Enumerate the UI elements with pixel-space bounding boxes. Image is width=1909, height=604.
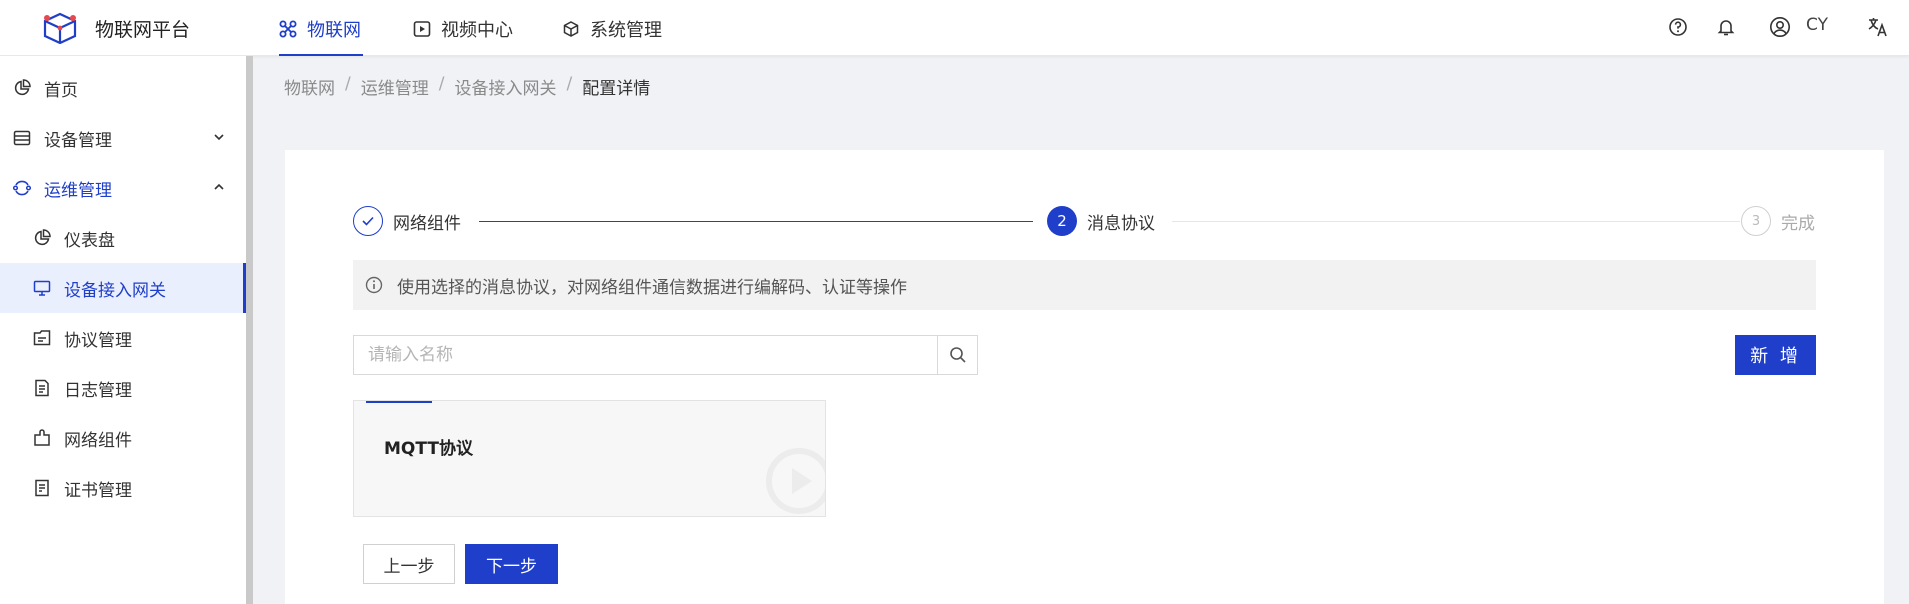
step-message-protocol: 2 消息协议	[1047, 206, 1155, 236]
user-name[interactable]: CY	[1806, 15, 1828, 35]
step-label: 网络组件	[393, 213, 461, 234]
breadcrumb: 物联网 / 运维管理 / 设备接入网关 / 配置详情	[284, 74, 650, 99]
alert-text: 使用选择的消息协议，对网络组件通信数据进行编解码、认证等操作	[397, 277, 907, 298]
sidebar-item-label: 设备管理	[44, 130, 112, 151]
breadcrumb-item[interactable]: 物联网	[284, 74, 335, 99]
search-box	[353, 335, 978, 375]
protocol-name: MQTT协议	[384, 439, 473, 459]
step-finish: 3 完成	[1741, 206, 1815, 236]
step-label: 消息协议	[1087, 213, 1155, 234]
nav-tab-label: 系统管理	[590, 20, 662, 41]
info-icon	[365, 276, 383, 294]
card-accent-bar	[366, 401, 432, 403]
nav-tab-iot[interactable]: 物联网	[279, 14, 361, 44]
sidebar-item-dashboard[interactable]: 仪表盘	[0, 213, 246, 263]
nav-tab-label: 视频中心	[441, 20, 513, 41]
search-button[interactable]	[937, 336, 977, 374]
sidebar-item-label: 设备接入网关	[64, 280, 166, 301]
sidebar-item-log-management[interactable]: 日志管理	[0, 363, 246, 413]
search-input[interactable]	[354, 336, 937, 374]
bell-icon[interactable]	[1714, 15, 1738, 39]
watermark-icon	[766, 448, 825, 514]
document-icon	[32, 378, 52, 398]
user-icon[interactable]	[1768, 15, 1792, 39]
cube-icon	[563, 21, 579, 37]
sidebar-item-label: 协议管理	[64, 330, 132, 351]
breadcrumb-separator: /	[438, 74, 445, 94]
ops-icon	[12, 178, 32, 198]
sidebar-item-label: 日志管理	[64, 380, 132, 401]
sidebar-item-device-gateway[interactable]: 设备接入网关	[0, 263, 246, 313]
sidebar-item-label: 首页	[44, 80, 78, 101]
sidebar-item-protocol-management[interactable]: 协议管理	[0, 313, 246, 363]
help-icon[interactable]	[1666, 15, 1690, 39]
chevron-up-icon	[214, 183, 224, 190]
sidebar: 首页 设备管理 运维管理 仪表盘 设备接入网关 协议管理 日志管理 网络组件 证…	[0, 56, 252, 604]
sidebar-item-label: 仪表盘	[64, 230, 115, 251]
certificate-icon	[32, 478, 52, 498]
add-button[interactable]: 新 增	[1735, 335, 1816, 375]
folder-icon	[32, 328, 52, 348]
server-icon	[12, 128, 32, 148]
breadcrumb-item[interactable]: 设备接入网关	[454, 74, 556, 99]
app-title: 物联网平台	[95, 19, 191, 41]
pie-chart-icon	[32, 228, 52, 248]
next-step-button[interactable]: 下一步	[465, 544, 558, 584]
step-number: 2	[1047, 206, 1077, 236]
sidebar-item-certificate-management[interactable]: 证书管理	[0, 463, 246, 513]
translate-icon[interactable]	[1866, 15, 1890, 39]
protocol-card[interactable]: MQTT协议	[353, 400, 826, 517]
step-connector-done	[479, 221, 1033, 222]
pie-chart-icon	[12, 78, 32, 98]
sidebar-scrollbar[interactable]	[246, 56, 253, 604]
logo-icon[interactable]	[42, 12, 78, 44]
sidebar-item-home[interactable]: 首页	[0, 63, 246, 113]
info-alert: 使用选择的消息协议，对网络组件通信数据进行编解码、认证等操作	[353, 260, 1816, 310]
breadcrumb-separator: /	[345, 74, 351, 94]
sidebar-item-label: 运维管理	[44, 180, 112, 201]
prev-step-button[interactable]: 上一步	[363, 544, 455, 584]
top-bar: 物联网平台 物联网 视频中心 系统管理 CY	[0, 0, 1909, 56]
breadcrumb-current: 配置详情	[582, 79, 651, 99]
chevron-down-icon	[214, 134, 224, 141]
breadcrumb-item[interactable]: 运维管理	[361, 74, 429, 99]
nav-tab-system[interactable]: 系统管理	[562, 14, 662, 44]
monitor-icon	[32, 278, 52, 298]
play-icon	[413, 21, 431, 37]
step-connector-pending	[1172, 221, 1740, 222]
nav-tab-video[interactable]: 视频中心	[413, 14, 513, 44]
sidebar-item-label: 网络组件	[64, 430, 132, 451]
step-network-component: 网络组件	[353, 206, 461, 236]
check-icon	[353, 206, 383, 236]
step-label: 完成	[1781, 213, 1815, 234]
breadcrumb-separator: /	[566, 74, 573, 94]
nav-active-indicator	[279, 54, 363, 56]
sidebar-item-ops-management[interactable]: 运维管理	[0, 163, 246, 213]
sidebar-item-network-component[interactable]: 网络组件	[0, 413, 246, 463]
nav-tab-label: 物联网	[307, 20, 361, 41]
step-number: 3	[1741, 206, 1771, 236]
grid-icon	[279, 20, 297, 38]
component-icon	[32, 428, 52, 448]
search-icon	[949, 347, 966, 363]
sidebar-item-device-management[interactable]: 设备管理	[0, 113, 246, 163]
sidebar-item-label: 证书管理	[64, 480, 132, 501]
